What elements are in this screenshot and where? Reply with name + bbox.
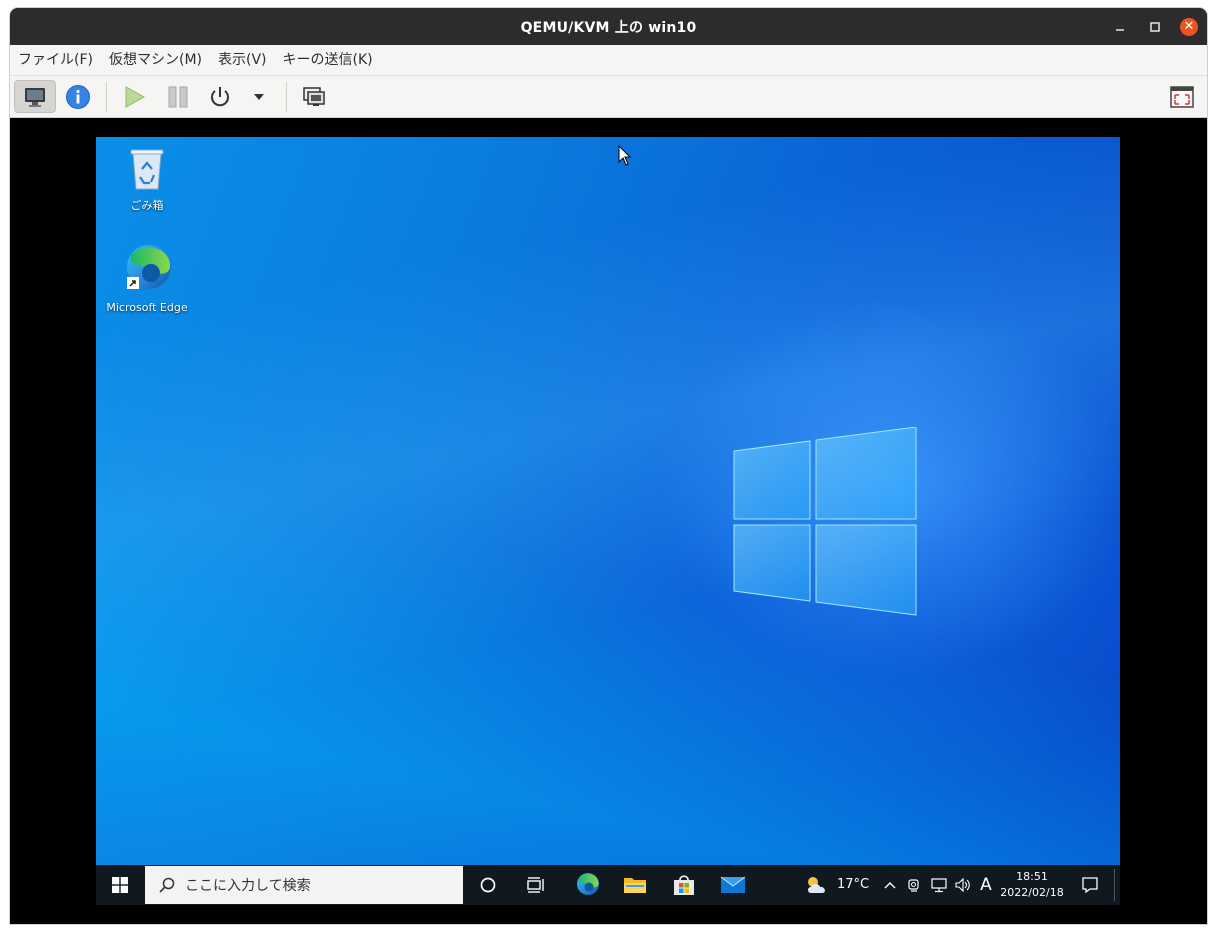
virt-manager-window: QEMU/KVM 上の win10 ✕ ファイル(F) 仮想マシン(M) 表示(… [10, 8, 1207, 924]
weather-cloud-icon [808, 877, 825, 893]
console-button[interactable] [14, 80, 56, 113]
windows-logo-wallpaper [733, 427, 917, 616]
edge-icon [127, 245, 171, 289]
close-button[interactable]: ✕ [1175, 8, 1203, 45]
task-view-icon [527, 877, 544, 893]
shutdown-button[interactable] [200, 80, 240, 113]
taskbar-search-box[interactable]: ここに入力して検索 [145, 866, 463, 904]
maximize-button[interactable] [1141, 8, 1169, 45]
play-icon [125, 85, 146, 108]
guest-desktop[interactable]: ごみ箱 Microsoft Edge ここに入力して検索 17°C A 18:5… [96, 137, 1120, 905]
meet-now-icon [908, 879, 919, 892]
maximize-icon [1150, 21, 1160, 32]
minimize-icon [1116, 28, 1124, 31]
minimize-button[interactable] [1106, 8, 1134, 45]
toolbar-separator [106, 82, 107, 112]
shutdown-menu-button[interactable] [248, 80, 270, 113]
taskbar-file-explorer-button[interactable] [614, 865, 656, 905]
mail-icon [720, 876, 746, 893]
windows-start-icon [112, 877, 128, 893]
desktop-icon-label: Microsoft Edge [106, 301, 188, 314]
taskbar-store-button[interactable] [663, 865, 705, 905]
menu-view[interactable]: 表示(V) [210, 45, 275, 75]
info-icon [66, 84, 90, 109]
window-title: QEMU/KVM 上の win10 [520, 19, 697, 36]
fullscreen-button[interactable] [1162, 80, 1202, 113]
menu-send-key[interactable]: キーの送信(K) [275, 45, 381, 75]
store-icon [674, 875, 694, 895]
meet-now-button[interactable] [904, 865, 924, 905]
toolbar-separator [286, 82, 287, 112]
close-icon: ✕ [1180, 17, 1198, 36]
taskbar-mail-button[interactable] [712, 865, 754, 905]
wallpaper-light-beam [96, 137, 1120, 905]
toolbar [10, 75, 1207, 118]
show-desktop-button[interactable] [1114, 869, 1115, 901]
desktop-icon-recycle-bin[interactable]: ごみ箱 [102, 145, 192, 213]
menubar: ファイル(F) 仮想マシン(M) 表示(V) キーの送信(K) [10, 45, 1207, 75]
mouse-cursor-icon [618, 145, 632, 166]
notification-icon [1082, 877, 1098, 894]
details-button[interactable] [58, 80, 98, 113]
taskbar-clock[interactable]: 18:51 2022/02/18 [998, 869, 1066, 901]
taskbar-edge-button[interactable] [566, 865, 608, 905]
search-icon [159, 877, 175, 893]
power-icon [211, 86, 229, 106]
clock-time: 18:51 [1016, 870, 1048, 883]
speaker-icon [955, 877, 970, 893]
chevron-up-icon [884, 882, 896, 889]
menu-file[interactable]: ファイル(F) [10, 45, 101, 75]
desktop-icon-label: ごみ箱 [130, 199, 164, 212]
cortana-icon [480, 877, 496, 893]
show-hidden-icons-button[interactable] [880, 865, 900, 905]
weather-temperature[interactable]: 17°C [837, 865, 869, 905]
edge-icon [577, 873, 599, 895]
monitor-icon [25, 87, 45, 107]
task-view-button[interactable] [516, 865, 556, 905]
clock-date: 2022/02/18 [1000, 886, 1064, 899]
pause-button[interactable] [158, 80, 198, 113]
search-placeholder: ここに入力して検索 [185, 878, 311, 894]
network-status-button[interactable] [928, 865, 950, 905]
pause-icon [168, 86, 188, 107]
desktop-icon-edge[interactable]: Microsoft Edge [102, 243, 192, 314]
start-button[interactable] [96, 865, 144, 905]
chevron-down-icon [254, 93, 264, 100]
weather-widget-button[interactable] [802, 865, 832, 905]
snapshot-icon [303, 86, 325, 106]
run-button[interactable] [114, 80, 154, 113]
notification-center-button[interactable] [1072, 865, 1108, 905]
volume-button[interactable] [952, 865, 974, 905]
recycle-bin-icon [130, 149, 164, 190]
cortana-button[interactable] [468, 865, 508, 905]
folder-icon [624, 878, 646, 893]
menu-virtual-machine[interactable]: 仮想マシン(M) [101, 45, 210, 75]
fullscreen-icon [1170, 85, 1194, 108]
ime-mode-indicator[interactable]: A [976, 865, 996, 905]
windows-taskbar: ここに入力して検索 17°C A 18:51 2022/02/18 [96, 865, 1120, 905]
network-icon [931, 878, 947, 893]
snapshots-button[interactable] [294, 80, 334, 113]
titlebar[interactable]: QEMU/KVM 上の win10 ✕ [10, 8, 1207, 45]
